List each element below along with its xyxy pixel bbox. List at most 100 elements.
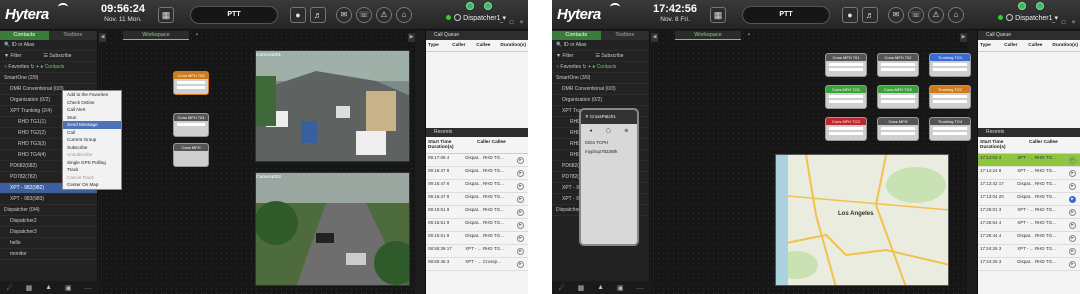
- play-icon[interactable]: ▸: [517, 196, 524, 203]
- tab-workspace[interactable]: Workspace: [123, 31, 189, 40]
- favorites-row[interactable]: ○ Favorites ↻ + ● Contacts: [0, 62, 97, 73]
- search-input[interactable]: 🔍 ID or Alias: [0, 40, 97, 51]
- gps-status-icon[interactable]: [1036, 2, 1044, 10]
- recent-row-active[interactable]: 17:14:02 4 XPT - ... RHD TG... ▸: [978, 154, 1080, 167]
- tree-item[interactable]: SmartOne (3/9): [552, 73, 649, 84]
- menu-item[interactable]: Unsubscribe: [63, 151, 121, 159]
- call-card[interactable]: Cons MFH 703: [173, 71, 209, 95]
- recent-row[interactable]: 17:26:01 3 XPT - ... RHD TG... ▸: [978, 206, 1080, 219]
- menu-item[interactable]: Cancel Track: [63, 174, 121, 182]
- gps-status-icon[interactable]: [484, 2, 492, 10]
- microphone-icon[interactable]: ●: [842, 7, 858, 23]
- maximize-icon[interactable]: □: [508, 20, 515, 27]
- home-icon[interactable]: ⌂: [948, 7, 964, 23]
- more-nav-icon[interactable]: …: [85, 284, 92, 291]
- recent-row[interactable]: 08:55:39 17 XPT - ... RHD TG... ▸: [426, 245, 528, 258]
- close-icon[interactable]: ×: [518, 20, 525, 27]
- recent-row[interactable]: 09:15:51 9 Dispat... RHD TG... ▸: [426, 232, 528, 245]
- contacts-nav-icon[interactable]: ☄: [6, 284, 12, 292]
- recent-row[interactable]: 17:14:24 8 XPT - ... RHD TG... ▸: [978, 167, 1080, 180]
- menu-item[interactable]: Subscribe: [63, 144, 121, 152]
- topology-nav-icon[interactable]: ▦: [578, 284, 585, 292]
- menu-item[interactable]: Center On Map: [63, 181, 121, 189]
- minimize-icon[interactable]: –: [1050, 20, 1057, 27]
- camera-feed-2[interactable]: Camera002: [255, 172, 410, 286]
- contacts-nav-icon[interactable]: ☄: [558, 284, 564, 292]
- user-status-icon[interactable]: [1018, 2, 1026, 10]
- search-input[interactable]: 🔍 ID or Alias: [552, 40, 649, 51]
- recent-row[interactable]: 17:13:42 17 Dispat... RHD TG... ▸: [978, 180, 1080, 193]
- call-card[interactable]: Cons MFH TG2: [877, 85, 919, 109]
- menu-item[interactable]: Check Online: [63, 99, 121, 107]
- play-icon[interactable]: ▸: [1069, 261, 1076, 268]
- add-tab-icon[interactable]: +: [193, 31, 201, 40]
- call-card[interactable]: Trunking TG2: [929, 85, 971, 109]
- play-icon[interactable]: ▸: [1069, 170, 1076, 177]
- more-nav-icon[interactable]: …: [637, 284, 644, 291]
- grid-menu-icon[interactable]: ▦: [158, 7, 174, 23]
- play-icon[interactable]: ▸: [1069, 248, 1076, 255]
- play-icon[interactable]: ▸: [1069, 209, 1076, 216]
- message-icon[interactable]: ✉: [888, 7, 904, 23]
- recent-row[interactable]: 17:25:44 4 Dispat... RHD TG... ▸: [978, 232, 1080, 245]
- topology-nav-icon[interactable]: ▦: [26, 284, 33, 292]
- crosspatch-panel[interactable]: ✕ CrossPatch1 ● ◯ ⚙ 0204 TCPH myphup7833…: [579, 108, 639, 246]
- user-status-icon[interactable]: [466, 2, 474, 10]
- call-icon[interactable]: ◯: [606, 128, 611, 134]
- map-nav-icon[interactable]: ▲: [597, 284, 604, 291]
- play-icon[interactable]: ▸: [517, 209, 524, 216]
- ptt-button[interactable]: PTT: [742, 6, 830, 24]
- add-tab-icon[interactable]: +: [745, 31, 753, 40]
- collapse-left-icon[interactable]: ◀: [651, 33, 658, 42]
- play-icon[interactable]: ▸: [1069, 196, 1076, 203]
- menu-item[interactable]: Stun: [63, 114, 121, 122]
- call-card[interactable]: Cons MFH: [173, 143, 209, 167]
- alarm-icon[interactable]: ⚠: [376, 7, 392, 23]
- user-icon[interactable]: ●: [590, 128, 593, 134]
- speaker-icon[interactable]: ♬: [310, 7, 326, 23]
- tree-item[interactable]: Organization (0/2): [552, 95, 649, 106]
- phone-icon[interactable]: ☏: [356, 7, 372, 23]
- tree-item[interactable]: Dispatcher (0/4): [0, 205, 97, 216]
- recent-row[interactable]: 08:55:46 3 XPT - ... Crossp... ▸: [426, 258, 528, 271]
- video-nav-icon[interactable]: ▣: [65, 284, 72, 292]
- tab-workspace[interactable]: Workspace: [675, 31, 741, 40]
- message-icon[interactable]: ✉: [336, 7, 352, 23]
- play-icon[interactable]: ▸: [517, 170, 524, 177]
- call-card[interactable]: Cons MFH 701: [825, 53, 867, 77]
- play-icon[interactable]: ▸: [517, 157, 524, 164]
- tree-item[interactable]: monitor: [0, 249, 97, 260]
- recent-row-selected[interactable]: 17:13:04 20 Dispat... RHD TG... ▸: [978, 193, 1080, 206]
- play-icon[interactable]: ▸: [517, 235, 524, 242]
- menu-item[interactable]: Single GPS Polling: [63, 159, 121, 167]
- ptt-button[interactable]: PTT: [190, 6, 278, 24]
- subscribe-button[interactable]: ☰ Subscribe: [43, 53, 71, 59]
- grid-menu-icon[interactable]: ▦: [710, 7, 726, 23]
- tab-toolbox[interactable]: Toolbox: [600, 31, 649, 40]
- tree-item[interactable]: XPT - 983(983): [0, 194, 97, 205]
- camera-feed-1[interactable]: Camera001: [255, 50, 410, 162]
- menu-item[interactable]: Call Alert: [63, 106, 121, 114]
- settings-icon[interactable]: ⚙: [624, 128, 628, 134]
- tree-item[interactable]: hello: [0, 238, 97, 249]
- collapse-right-icon[interactable]: ▶: [960, 33, 967, 42]
- tree-item[interactable]: Dispatcher2: [0, 216, 97, 227]
- speaker-icon[interactable]: ♬: [862, 7, 878, 23]
- subscribe-button[interactable]: ☰ Subscribe: [595, 53, 623, 59]
- call-card[interactable]: Cons MFH 702: [877, 53, 919, 77]
- call-card[interactable]: Trunking TG4: [929, 117, 971, 141]
- play-icon[interactable]: ▸: [1069, 222, 1076, 229]
- call-card[interactable]: Cons MFH: [877, 117, 919, 141]
- phone-icon[interactable]: ☏: [908, 7, 924, 23]
- favorites-row[interactable]: ○ Favorites ↻ + ● Contacts: [552, 62, 649, 73]
- recent-row[interactable]: 17:25:54 4 XPT - ... RHD TG... ▸: [978, 219, 1080, 232]
- menu-item[interactable]: Call: [63, 129, 121, 137]
- collapse-right-icon[interactable]: ▶: [408, 33, 415, 42]
- filter-button[interactable]: ▼ Filter: [556, 53, 573, 59]
- map-view[interactable]: Los Angeles: [775, 154, 949, 286]
- close-icon[interactable]: ×: [1070, 20, 1077, 27]
- tab-toolbox[interactable]: Toolbox: [48, 31, 97, 40]
- tree-item[interactable]: DMR Conventional (0/3): [552, 84, 649, 95]
- recent-row[interactable]: 09:15:51 9 Dispat... RHD TG... ▸: [426, 206, 528, 219]
- call-card[interactable]: Cons MFH TG2: [825, 117, 867, 141]
